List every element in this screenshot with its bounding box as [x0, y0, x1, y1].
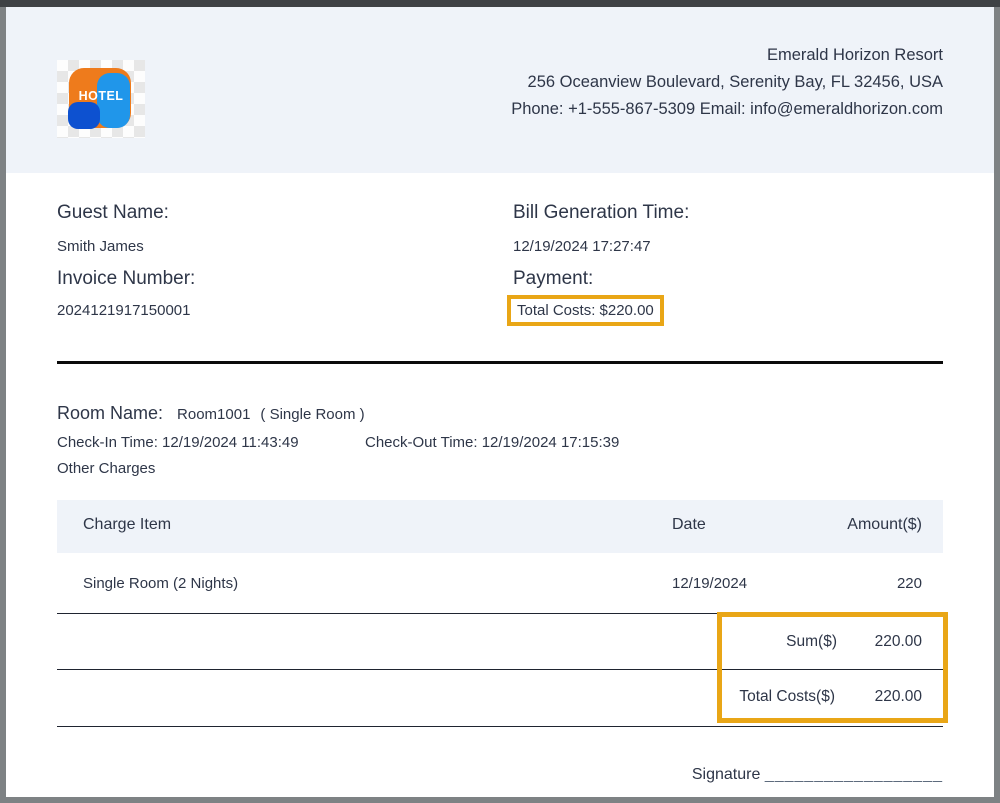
room-name-value: Room1001: [177, 406, 250, 423]
charges-table-header: Charge Item Date Amount($): [57, 500, 943, 553]
hotel-logo: HOTEL: [57, 60, 145, 138]
guest-name-value: Smith James: [57, 238, 144, 255]
window-frame-top: [0, 0, 1000, 7]
room-type-value: ( Single Room ): [260, 406, 364, 423]
hotel-info-block: Emerald Horizon Resort 256 Oceanview Bou…: [511, 42, 943, 123]
logo-text: HOTEL: [57, 89, 145, 103]
signature-area: Signature __________________: [692, 766, 943, 784]
check-out-time: Check-Out Time: 12/19/2024 17:15:39: [365, 434, 619, 451]
column-header-charge-item: Charge Item: [83, 516, 171, 534]
signature-label: Signature: [692, 766, 761, 783]
hotel-name: Emerald Horizon Resort: [511, 42, 943, 69]
section-divider: [57, 361, 943, 364]
column-header-amount: Amount($): [847, 516, 922, 534]
table-row-item: Single Room (2 Nights): [83, 575, 238, 592]
guest-name-label: Guest Name:: [57, 202, 169, 224]
invoice-number-label: Invoice Number:: [57, 268, 195, 290]
totals-highlight-box: [717, 612, 948, 723]
check-times-line: Check-In Time: 12/19/2024 11:43:49Check-…: [57, 434, 619, 451]
bill-time-value: 12/19/2024 17:27:47: [513, 238, 651, 255]
payment-total-highlight: Total Costs: $220.00: [507, 295, 664, 326]
signature-line: __________________: [765, 766, 943, 783]
other-charges-label: Other Charges: [57, 460, 155, 477]
invoice-page: HOTEL Emerald Horizon Resort 256 Oceanvi…: [0, 0, 1000, 803]
table-rule-3: [57, 726, 943, 727]
column-header-date: Date: [672, 516, 706, 534]
bill-time-label: Bill Generation Time:: [513, 202, 689, 224]
table-row-date: 12/19/2024: [672, 575, 747, 592]
payment-label: Payment:: [513, 268, 593, 290]
hotel-address: 256 Oceanview Boulevard, Serenity Bay, F…: [511, 69, 943, 96]
room-name-label: Room Name:: [57, 403, 163, 423]
table-row-amount: 220: [897, 575, 922, 592]
check-in-time: Check-In Time: 12/19/2024 11:43:49: [57, 434, 365, 451]
invoice-number-value: 2024121917150001: [57, 302, 190, 319]
logo-darkblue-shape: [68, 102, 100, 129]
room-name-line: Room Name: Room1001 ( Single Room ): [57, 403, 365, 424]
hotel-contact: Phone: +1-555-867-5309 Email: info@emera…: [511, 96, 943, 123]
